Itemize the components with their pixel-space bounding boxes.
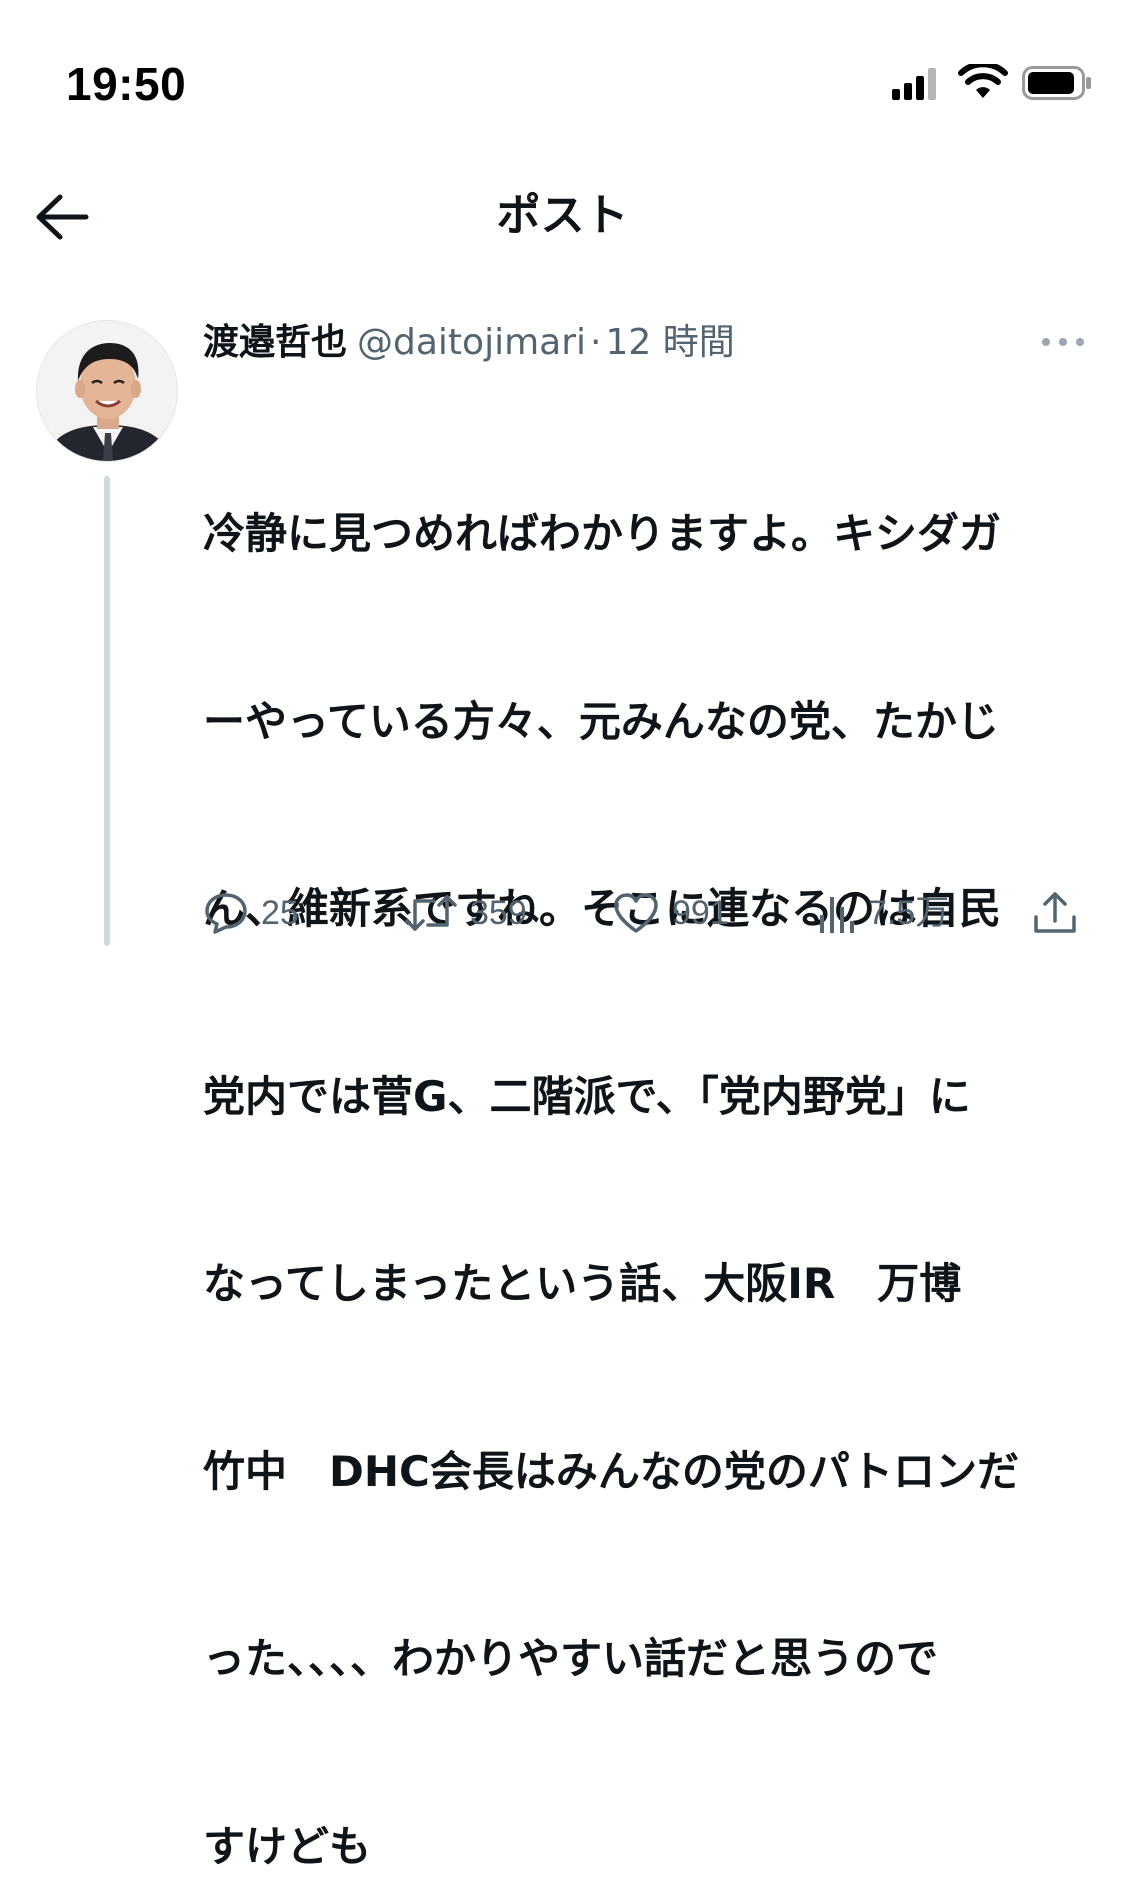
post-text-line: 冷静に見つめればわかりますよ。キシダガ (203, 509, 1002, 558)
post-text-line: なってしまったという話、大阪IR 万博 (203, 1259, 962, 1308)
repost-icon (405, 895, 457, 931)
post-text-line: 党内では菅G、二階派で、「党内野党」に (203, 1071, 971, 1121)
more-horizontal-icon (1042, 338, 1084, 346)
author-display-name[interactable]: 渡邉哲也 (203, 322, 347, 363)
post-text-line: 竹中 DHC会長はみんなの党のパトロンだ (203, 1446, 1020, 1496)
status-bar: 19:50 (0, 0, 1125, 150)
reply-icon (205, 893, 247, 934)
reply-count: 25 (261, 894, 299, 932)
more-options-button[interactable] (1040, 328, 1086, 356)
post-timestamp[interactable]: 12 時間 (605, 322, 734, 363)
author-handle[interactable]: @daitojimari (357, 322, 586, 363)
post-text: 冷静に見つめればわかりますよ。キシダガ ーやっている方々、元みんなの党、たかじ … (203, 378, 1073, 1882)
wifi-icon (958, 64, 1008, 98)
post-actions: 25 359 991 7.5万 (0, 885, 1125, 941)
analytics-icon (820, 897, 854, 933)
like-count: 991 (672, 894, 729, 932)
heart-icon (614, 893, 658, 933)
avatar-photo (37, 321, 177, 461)
post-header: 渡邉哲也 @daitojimari · 12 時間 (203, 316, 735, 370)
reply-button[interactable]: 25 (203, 885, 299, 941)
views-button[interactable]: 7.5万 (816, 885, 949, 941)
post-text-line: ーやっている方々、元みんなの党、たかじ (203, 696, 999, 746)
like-button[interactable]: 991 (612, 885, 729, 941)
avatar[interactable] (36, 320, 178, 462)
battery-icon (1022, 66, 1091, 100)
post-text-line: った、、、、わかりやすい話だと思うので (203, 1634, 939, 1683)
cellular-signal-icon (892, 68, 936, 100)
post-text-line: すけども (203, 1821, 372, 1871)
status-time: 19:50 (66, 58, 187, 110)
page-title: ポスト (496, 190, 629, 241)
repost-button[interactable]: 359 (404, 885, 527, 941)
separator-dot: · (590, 322, 602, 363)
repost-count: 359 (470, 894, 527, 932)
share-icon (1034, 892, 1076, 933)
share-button[interactable] (1030, 885, 1080, 941)
thread-line (104, 476, 110, 946)
views-count: 7.5万 (868, 894, 950, 932)
